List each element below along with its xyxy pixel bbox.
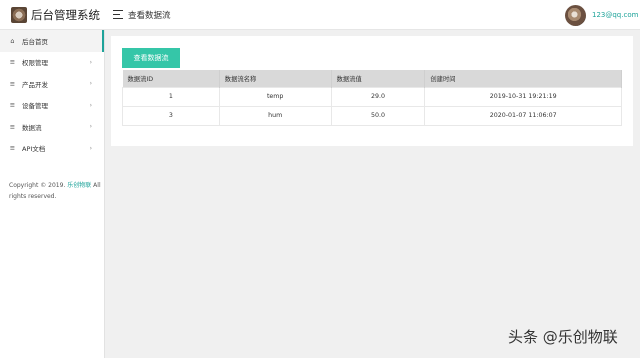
top-bar: 后台管理系统 查看数据流 123@qq.com	[0, 0, 640, 30]
cell-created: 2019-10-31 19:21:19	[424, 86, 622, 107]
sidebar-item-products[interactable]: ≡ 产品开发 ›	[0, 73, 104, 95]
logo-image	[11, 7, 27, 23]
cell-id: 3	[122, 105, 220, 126]
menu-toggle-icon[interactable]	[113, 10, 123, 19]
cell-id: 1	[122, 86, 220, 107]
column-header-value: 数据流值	[331, 70, 426, 87]
cell-created: 2020-01-07 11:06:07	[424, 105, 622, 126]
column-header-name: 数据流名称	[219, 70, 332, 87]
copyright-brand-link[interactable]: 乐创物联	[67, 182, 91, 189]
content-card: 查看数据流 数据流ID 数据流名称 数据流值 创建时间 1 temp 29.0 …	[111, 36, 633, 146]
sidebar: ⌂ 后台首页 ≡ 权限管理 › ≡ 产品开发 › ≡ 设备管理 › ≡ 数据流 …	[0, 30, 105, 358]
chevron-right-icon: ›	[89, 123, 92, 130]
avatar[interactable]	[565, 5, 586, 26]
sidebar-item-home[interactable]: ⌂ 后台首页	[0, 30, 104, 52]
datastream-table: 数据流ID 数据流名称 数据流值 创建时间 1 temp 29.0 2019-1…	[122, 70, 622, 126]
column-header-id: 数据流ID	[122, 70, 220, 87]
sidebar-item-label: 产品开发	[22, 80, 48, 89]
list-icon: ≡	[9, 101, 16, 109]
list-icon: ≡	[9, 79, 16, 88]
chevron-right-icon: ›	[89, 101, 92, 109]
cell-name: hum	[218, 105, 332, 126]
sidebar-item-permissions[interactable]: ≡ 权限管理 ›	[0, 52, 104, 74]
user-email[interactable]: 123@qq.com	[592, 11, 638, 19]
chevron-right-icon: ›	[89, 80, 92, 87]
copyright: Copyright © 2019. 乐创物联 All rights reserv…	[9, 180, 101, 202]
cell-name: temp	[218, 86, 332, 107]
home-icon: ⌂	[10, 36, 15, 45]
list-icon: ≡	[9, 122, 16, 131]
chevron-right-icon: ›	[89, 144, 92, 152]
sidebar-item-label: 权限管理	[22, 59, 48, 68]
watermark: 头条 @乐创物联	[508, 328, 618, 346]
app-title: 后台管理系统	[31, 8, 100, 22]
table-header-row: 数据流ID 数据流名称 数据流值 创建时间	[122, 70, 622, 87]
copyright-prefix: Copyright © 2019.	[9, 182, 66, 189]
list-icon: ≡	[9, 144, 16, 152]
sidebar-item-label: API文档	[22, 145, 46, 154]
sidebar-item-label: 设备管理	[22, 102, 48, 111]
sidebar-item-api-docs[interactable]: ≡ API文档 ›	[0, 138, 104, 160]
view-datastream-button[interactable]: 查看数据流	[122, 48, 180, 68]
table-row: 1 temp 29.0 2019-10-31 19:21:19	[122, 86, 622, 107]
cell-value: 50.0	[330, 105, 426, 126]
column-header-created: 创建时间	[424, 70, 622, 87]
sidebar-item-datastreams[interactable]: ≡ 数据流 ›	[0, 116, 104, 138]
chevron-right-icon: ›	[89, 58, 92, 66]
cell-value: 29.0	[330, 86, 426, 107]
app-logo[interactable]: 后台管理系统	[0, 0, 105, 30]
page-title: 查看数据流	[128, 11, 171, 21]
sidebar-item-devices[interactable]: ≡ 设备管理 ›	[0, 95, 104, 117]
sidebar-item-label: 数据流	[22, 123, 42, 132]
table-row: 3 hum 50.0 2020-01-07 11:06:07	[122, 105, 622, 126]
list-icon: ≡	[9, 58, 16, 66]
sidebar-item-label: 后台首页	[22, 37, 48, 46]
